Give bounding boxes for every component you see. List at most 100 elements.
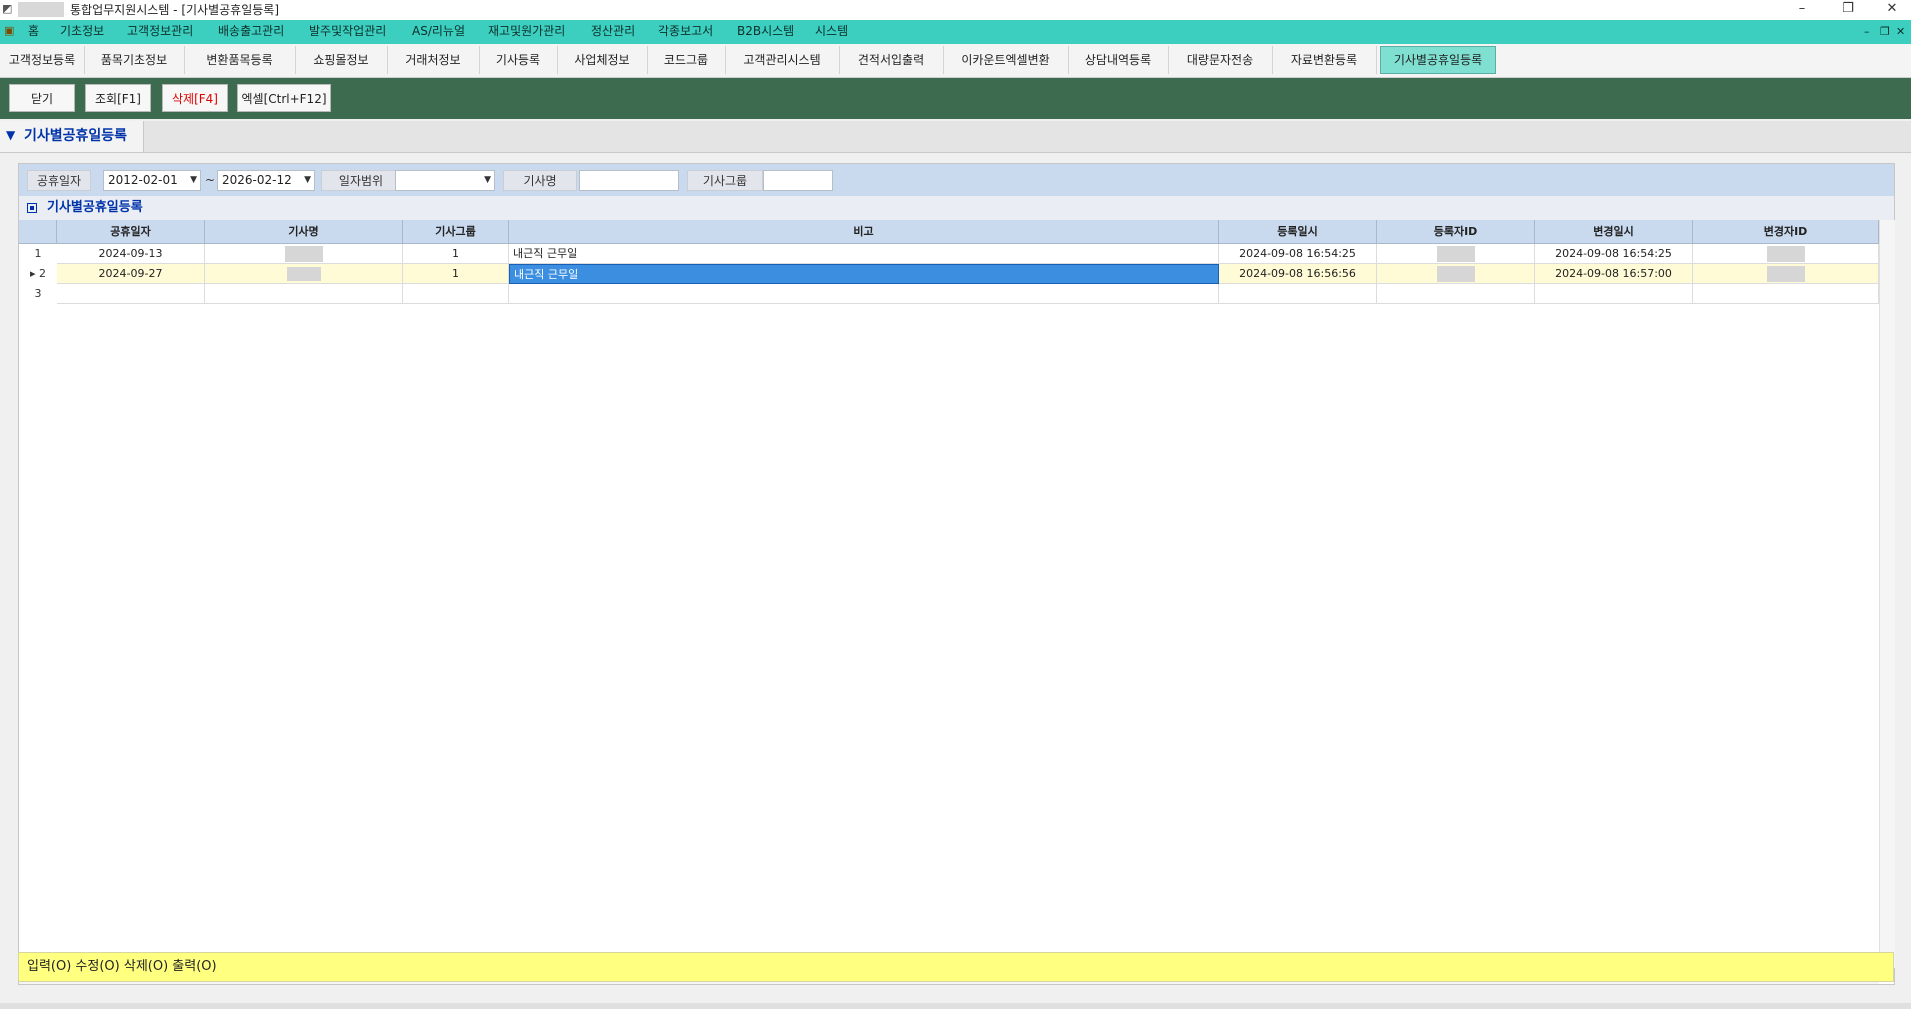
cell-reg-id[interactable] (1377, 244, 1535, 264)
date-from-input[interactable]: 2012-02-01 ▼ (103, 170, 201, 191)
cell-note[interactable] (509, 284, 1219, 304)
close-button[interactable]: 닫기 (9, 84, 75, 112)
driver-group-input[interactable] (763, 170, 833, 191)
chevron-down-icon[interactable]: ▼ (304, 171, 311, 190)
cell-mod-time[interactable]: 2024-09-08 16:57:00 (1535, 264, 1693, 284)
menu-basic-info[interactable]: 기초정보 (60, 24, 104, 39)
cell-holiday-date[interactable] (57, 284, 205, 304)
menu-system[interactable]: 시스템 (815, 24, 848, 39)
col-note[interactable]: 비고 (509, 220, 1219, 244)
date-range-separator: ~ (205, 173, 216, 187)
search-button[interactable]: 조회[F1] (85, 84, 151, 112)
cell-reg-time[interactable]: 2024-09-08 16:56:56 (1219, 264, 1377, 284)
col-mod-id[interactable]: 변경자ID (1693, 220, 1879, 244)
cell-mod-id[interactable] (1693, 244, 1879, 264)
cell-driver-name[interactable] (205, 264, 403, 284)
cell-driver-group[interactable]: 1 (403, 244, 509, 264)
row-number: ▸ 2 (19, 264, 57, 284)
section-tab[interactable]: ▼ 기사별공휴일등록 (0, 121, 144, 152)
section-bar: ▼ 기사별공휴일등록 (0, 121, 1911, 153)
cell-reg-id[interactable] (1377, 264, 1535, 284)
cell-mod-id[interactable] (1693, 264, 1879, 284)
date-range-label: 일자범위 (321, 170, 401, 191)
row-number-label: 1 (34, 247, 42, 260)
col-holiday-date[interactable]: 공휴일자 (57, 220, 205, 244)
menu-home[interactable]: 홈 (28, 24, 39, 39)
tab-business-info[interactable]: 사업체정보 (557, 46, 648, 74)
tab-customer-registration[interactable]: 고객정보등록 (0, 46, 85, 74)
col-reg-id[interactable]: 등록자ID (1377, 220, 1535, 244)
cell-mod-time[interactable] (1535, 284, 1693, 304)
tab-quote-print[interactable]: 견적서입출력 (839, 46, 944, 74)
tab-driver-holiday[interactable]: 기사별공휴일등록 (1380, 46, 1496, 74)
cell-driver-name[interactable] (205, 244, 403, 264)
mdi-restore-button[interactable]: ❐ (1880, 24, 1890, 39)
app-icon: ◩ (2, 2, 13, 15)
menu-shipping[interactable]: 배송출고관리 (218, 24, 284, 39)
blurred-driver-name (286, 267, 321, 281)
cell-note[interactable]: 내근직 근무일 (509, 244, 1219, 264)
menu-orders[interactable]: 발주및작업관리 (309, 24, 386, 39)
row-number-label: 3 (34, 287, 42, 300)
cell-reg-time[interactable] (1219, 284, 1377, 304)
tab-consultation[interactable]: 상담내역등록 (1068, 46, 1169, 74)
menu-reports[interactable]: 각종보고서 (658, 24, 713, 39)
cell-driver-name[interactable] (205, 284, 403, 304)
driver-group-label: 기사그룹 (687, 170, 763, 191)
col-driver-name[interactable]: 기사명 (205, 220, 403, 244)
tab-item-conversion[interactable]: 변환품목등록 (184, 46, 296, 74)
row-number: 1 (19, 244, 57, 264)
tab-data-conversion[interactable]: 자료변환등록 (1272, 46, 1377, 74)
restore-button[interactable]: ❐ (1830, 0, 1866, 20)
col-driver-group[interactable]: 기사그룹 (403, 220, 509, 244)
holiday-date-label: 공휴일자 (27, 170, 91, 191)
tab-bulk-sms[interactable]: 대량문자전송 (1168, 46, 1273, 74)
menu-b2b[interactable]: B2B시스템 (737, 24, 794, 39)
date-to-input[interactable]: 2026-02-12 ▼ (217, 170, 315, 191)
cell-note-selected[interactable]: 내근직 근무일 (509, 264, 1219, 284)
vertical-scrollbar[interactable] (1879, 220, 1895, 968)
cell-holiday-date[interactable]: 2024-09-27 (57, 264, 205, 284)
grid-square-icon (27, 203, 37, 213)
excel-button[interactable]: 엑셀[Ctrl+F12] (237, 84, 331, 112)
tab-shopping-mall[interactable]: 쇼핑몰정보 (295, 46, 388, 74)
window-title: 통합업무지원시스템 - [기사별공휴일등록] (70, 3, 280, 17)
blurred-reg-id (1436, 266, 1475, 282)
tab-driver-registration[interactable]: 기사등록 (479, 46, 558, 74)
chevron-down-icon[interactable]: ▼ (484, 171, 491, 190)
menu-inventory[interactable]: 재고및원가관리 (488, 24, 565, 39)
close-window-button[interactable]: ✕ (1874, 0, 1910, 20)
cell-driver-group[interactable] (403, 284, 509, 304)
cell-driver-group[interactable]: 1 (403, 264, 509, 284)
tab-code-group[interactable]: 코드그룹 (647, 46, 726, 74)
cell-mod-id[interactable] (1693, 284, 1879, 304)
col-reg-time[interactable]: 등록일시 (1219, 220, 1377, 244)
minimize-button[interactable]: – (1784, 0, 1820, 20)
toolbar: 닫기 조회[F1] 삭제[F4] 엑셀[Ctrl+F12] (0, 78, 1911, 119)
blurred-logo (18, 2, 64, 17)
tab-vendor-info[interactable]: 거래처정보 (387, 46, 480, 74)
collapse-arrow-icon[interactable]: ▼ (6, 128, 15, 142)
permission-status-bar: 입력(O) 수정(O) 삭제(O) 출력(O) (18, 952, 1894, 982)
chevron-down-icon[interactable]: ▼ (190, 171, 197, 190)
mdi-minimize-button[interactable]: – (1864, 24, 1870, 39)
driver-name-input[interactable] (579, 170, 679, 191)
menu-settlement[interactable]: 정산관리 (591, 24, 635, 39)
cell-mod-time[interactable]: 2024-09-08 16:54:25 (1535, 244, 1693, 264)
tab-ecount-excel[interactable]: 이카운트엑셀변환 (943, 46, 1069, 74)
cell-reg-time[interactable]: 2024-09-08 16:54:25 (1219, 244, 1377, 264)
grid-title: 기사별공휴일등록 (47, 200, 143, 215)
menu-app-icon: ▣ (4, 24, 15, 37)
cell-reg-id[interactable] (1377, 284, 1535, 304)
col-mod-time[interactable]: 변경일시 (1535, 220, 1693, 244)
cell-holiday-date[interactable]: 2024-09-13 (57, 244, 205, 264)
row-number-label: 2 (39, 267, 47, 280)
tab-item-basic-info[interactable]: 품목기초정보 (84, 46, 185, 74)
date-range-select[interactable]: ▼ (395, 170, 495, 191)
menu-customer-info[interactable]: 고객정보관리 (127, 24, 193, 39)
row-header-corner (19, 220, 57, 244)
mdi-close-button[interactable]: ✕ (1896, 24, 1905, 39)
menu-as-renewal[interactable]: AS/리뉴얼 (412, 24, 465, 39)
tab-crm-system[interactable]: 고객관리시스템 (725, 46, 840, 74)
delete-button[interactable]: 삭제[F4] (162, 84, 228, 112)
